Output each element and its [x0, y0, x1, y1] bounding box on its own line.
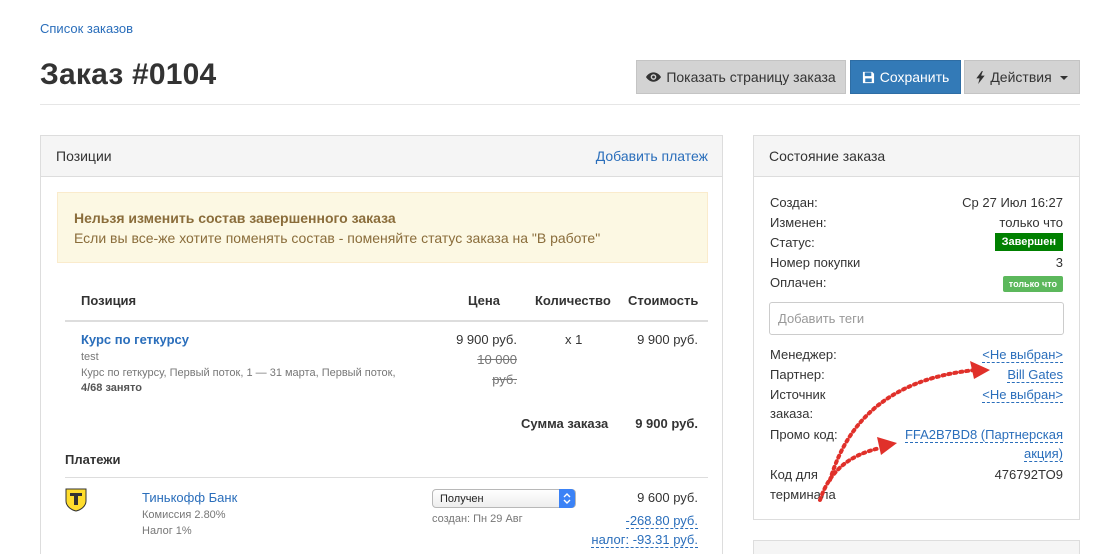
payment-commission: Комиссия 2.80%	[142, 509, 226, 521]
table-header-divider	[65, 320, 708, 322]
paid-badge: только что	[1002, 276, 1063, 292]
order-state-heading-bar: Состояние заказа	[754, 136, 1079, 177]
item-quantity: x 1	[565, 332, 583, 347]
actions-dropdown-button[interactable]: Действия	[964, 60, 1080, 94]
save-label: Сохранить	[879, 69, 950, 85]
floppy-disk-icon	[862, 71, 874, 83]
purchase-number-label: Номер покупки	[770, 255, 861, 270]
partner-label: Партнер:	[770, 367, 825, 382]
promo-code-link-cont[interactable]: акция)	[1024, 446, 1063, 462]
item-cost: 9 900 руб.	[637, 332, 698, 347]
source-label: Источник	[770, 387, 826, 402]
caret-down-icon	[1059, 76, 1068, 80]
alert-text: Если вы все-же хотите поменять состав - …	[74, 230, 601, 246]
column-header-item: Позиция	[81, 293, 137, 308]
column-header-price: Цена	[468, 293, 500, 308]
secondary-panel-header	[753, 540, 1080, 554]
created-value: Ср 27 Июл 16:27	[962, 195, 1063, 210]
manager-label: Менеджер:	[770, 347, 837, 362]
item-detail: Курс по геткурсу, Первый поток, 1 — 31 м…	[81, 367, 396, 379]
terminal-code-value: 476792TO9	[994, 467, 1063, 482]
tinkoff-bank-logo-icon	[65, 488, 87, 512]
source-label-cont: заказа:	[770, 406, 814, 421]
promo-code-link[interactable]: FFA2B7BD8 (Партнерская	[904, 427, 1063, 443]
breadcrumb-orders-list[interactable]: Список заказов	[40, 21, 133, 36]
partner-link[interactable]: Bill Gates	[1007, 367, 1063, 383]
actions-label: Действия	[990, 69, 1052, 85]
payment-created-date: создан: Пн 29 Авг	[432, 513, 523, 525]
column-header-qty: Количество	[535, 293, 611, 308]
promo-code-label: Промо код:	[770, 427, 838, 442]
locked-order-alert: Нельзя изменить состав завершенного зака…	[57, 192, 708, 263]
title-divider	[40, 104, 1080, 105]
item-old-price: 10 000	[477, 352, 517, 367]
lightning-icon	[976, 70, 986, 84]
eye-icon	[646, 72, 662, 82]
manager-select-link[interactable]: <Не выбран>	[982, 347, 1063, 363]
add-payment-link[interactable]: Добавить платеж	[596, 148, 708, 164]
created-label: Создан:	[770, 195, 818, 210]
status-label: Статус:	[770, 235, 815, 250]
terminal-code-label-cont: терминала	[770, 487, 836, 502]
payment-status-value: Получен	[440, 492, 484, 505]
payment-amount: 9 600 руб.	[637, 490, 698, 505]
terminal-code-label: Код для	[770, 467, 818, 482]
item-subtitle: test	[81, 351, 99, 363]
positions-heading: Позиции	[56, 148, 112, 164]
item-old-price-unit: руб.	[492, 372, 517, 387]
source-select-link[interactable]: <Не выбран>	[982, 387, 1063, 403]
positions-panel-heading: Позиции Добавить платеж	[41, 136, 722, 177]
tags-input[interactable]	[769, 302, 1064, 335]
purchase-number-value: 3	[1055, 255, 1063, 270]
changed-label: Изменен:	[770, 215, 827, 230]
payments-heading: Платежи	[65, 452, 121, 467]
item-seats: 4/68 занято	[81, 382, 142, 394]
column-header-cost: Стоимость	[628, 293, 699, 308]
show-order-page-button[interactable]: Показать страницу заказа	[636, 60, 846, 94]
payments-divider	[65, 477, 708, 478]
item-name-link[interactable]: Курс по геткурсу	[81, 332, 189, 347]
payment-tax-amount[interactable]: налог: -93.31 руб.	[591, 532, 698, 548]
status-badge[interactable]: Завершен	[994, 233, 1063, 251]
save-button[interactable]: Сохранить	[850, 60, 961, 94]
payment-bank-link[interactable]: Тинькофф Банк	[142, 490, 237, 505]
order-state-panel: Состояние заказа Создан: Ср 27 Июл 16:27…	[753, 135, 1080, 520]
page-title: Заказ #0104	[40, 58, 217, 91]
payment-tax: Налог 1%	[142, 525, 192, 537]
select-arrows-icon	[559, 489, 575, 508]
item-price: 9 900 руб.	[456, 332, 517, 347]
positions-panel: Позиции Добавить платеж Нельзя изменить …	[40, 135, 723, 554]
show-order-page-label: Показать страницу заказа	[666, 69, 836, 85]
order-state-heading: Состояние заказа	[769, 148, 886, 164]
order-total-value: 9 900 руб.	[635, 416, 698, 431]
alert-title: Нельзя изменить состав завершенного зака…	[74, 210, 396, 226]
payment-status-select[interactable]: Получен	[432, 489, 576, 508]
order-total-label: Сумма заказа	[521, 416, 609, 431]
payment-commission-amount[interactable]: -268.80 руб.	[625, 513, 698, 529]
paid-label: Оплачен:	[770, 275, 827, 290]
changed-value: только что	[999, 215, 1063, 230]
